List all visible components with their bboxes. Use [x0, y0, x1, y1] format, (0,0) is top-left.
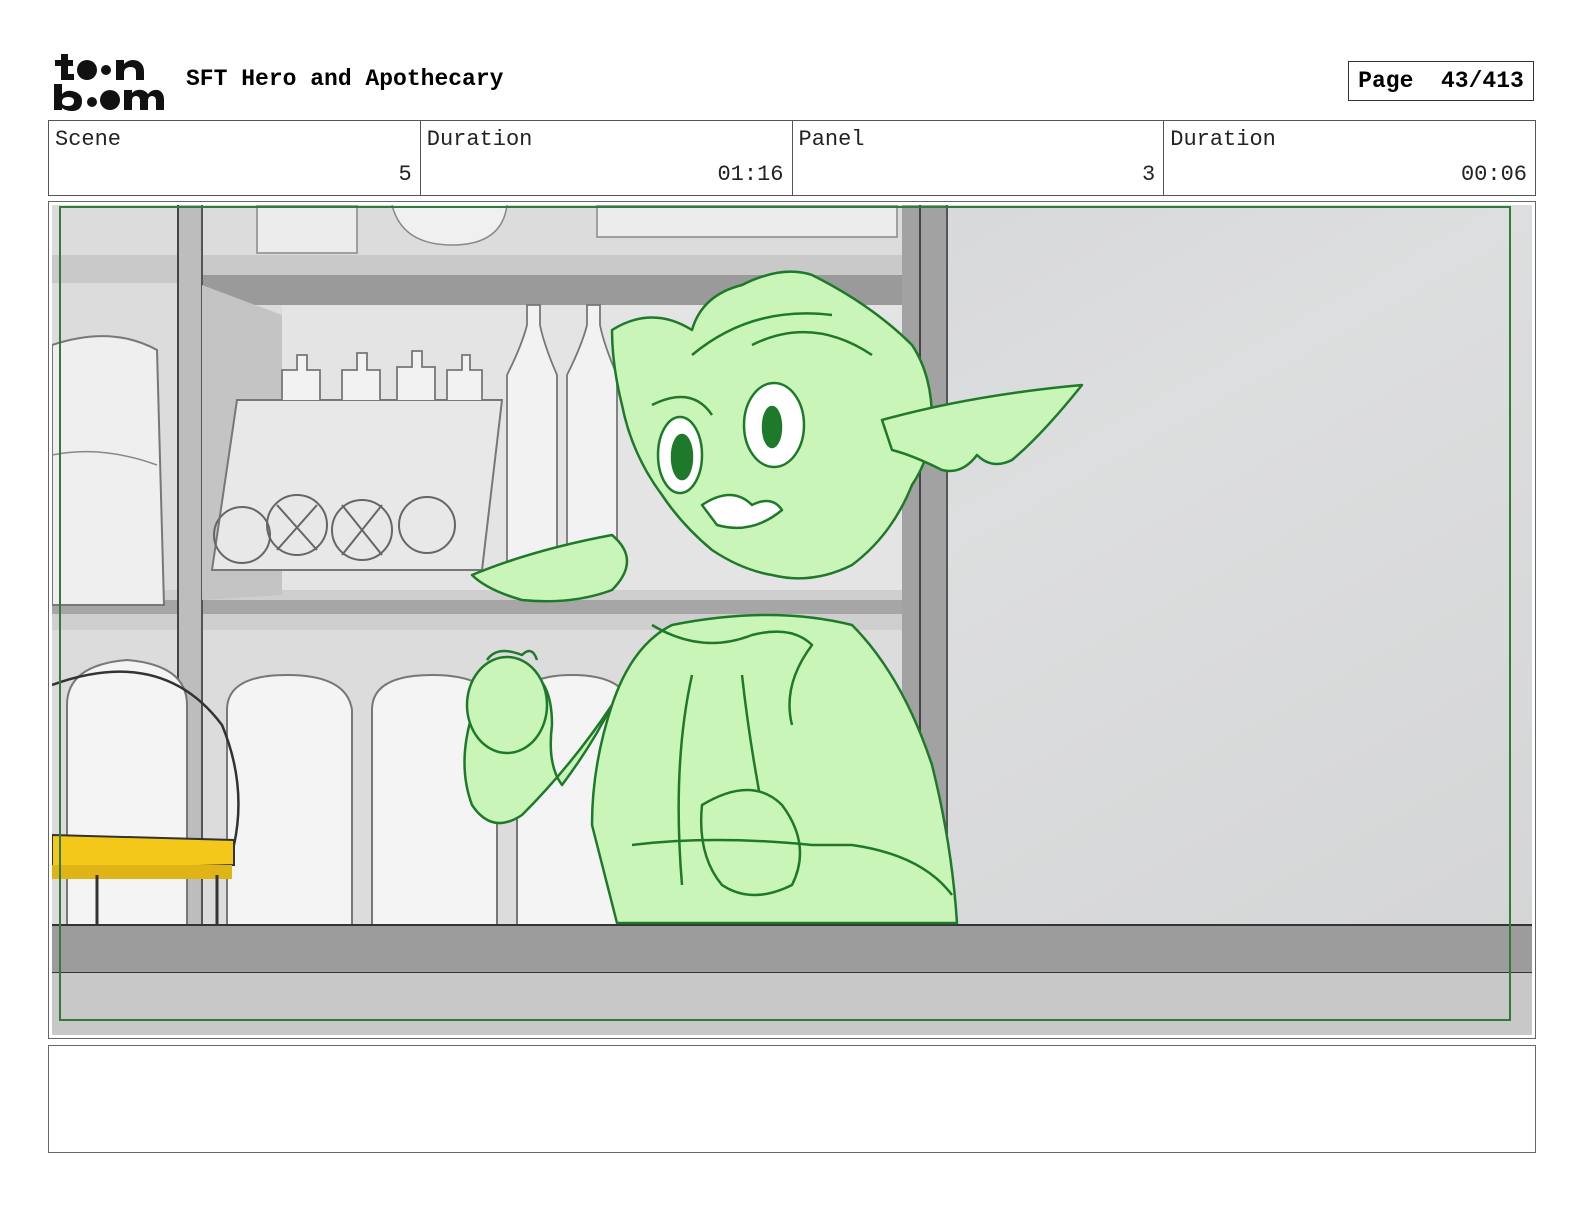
scene-cell: Scene 5: [49, 121, 421, 195]
scene-value: 5: [398, 162, 412, 187]
toon-boom-logo: [54, 54, 164, 111]
panel-duration-label: Duration: [1170, 127, 1276, 152]
panel-duration-value: 00:06: [1460, 162, 1527, 187]
page-indicator: Page 43/413: [1348, 61, 1534, 101]
panel-notes-box: [48, 1045, 1536, 1153]
panel-artwork: [52, 205, 1532, 1035]
counter: [52, 924, 1532, 1035]
panel-cell: Panel 3: [793, 121, 1165, 195]
page-number: 43/413: [1441, 68, 1524, 94]
panel-label: Panel: [798, 127, 865, 152]
scene-duration-label: Duration: [426, 127, 533, 152]
project-title: SFT Hero and Apothecary: [186, 66, 504, 92]
scene-duration-cell: Duration 01:16: [421, 121, 793, 195]
scene-info-row: Scene 5 Duration 01:16 Panel 3 Duration …: [48, 120, 1536, 196]
scene-duration-value: 01:16: [717, 162, 784, 187]
page-label: Page: [1358, 68, 1414, 94]
panel-value: 3: [1142, 162, 1156, 187]
panel-duration-cell: Duration 00:06: [1164, 121, 1535, 195]
scene-label: Scene: [55, 127, 122, 152]
